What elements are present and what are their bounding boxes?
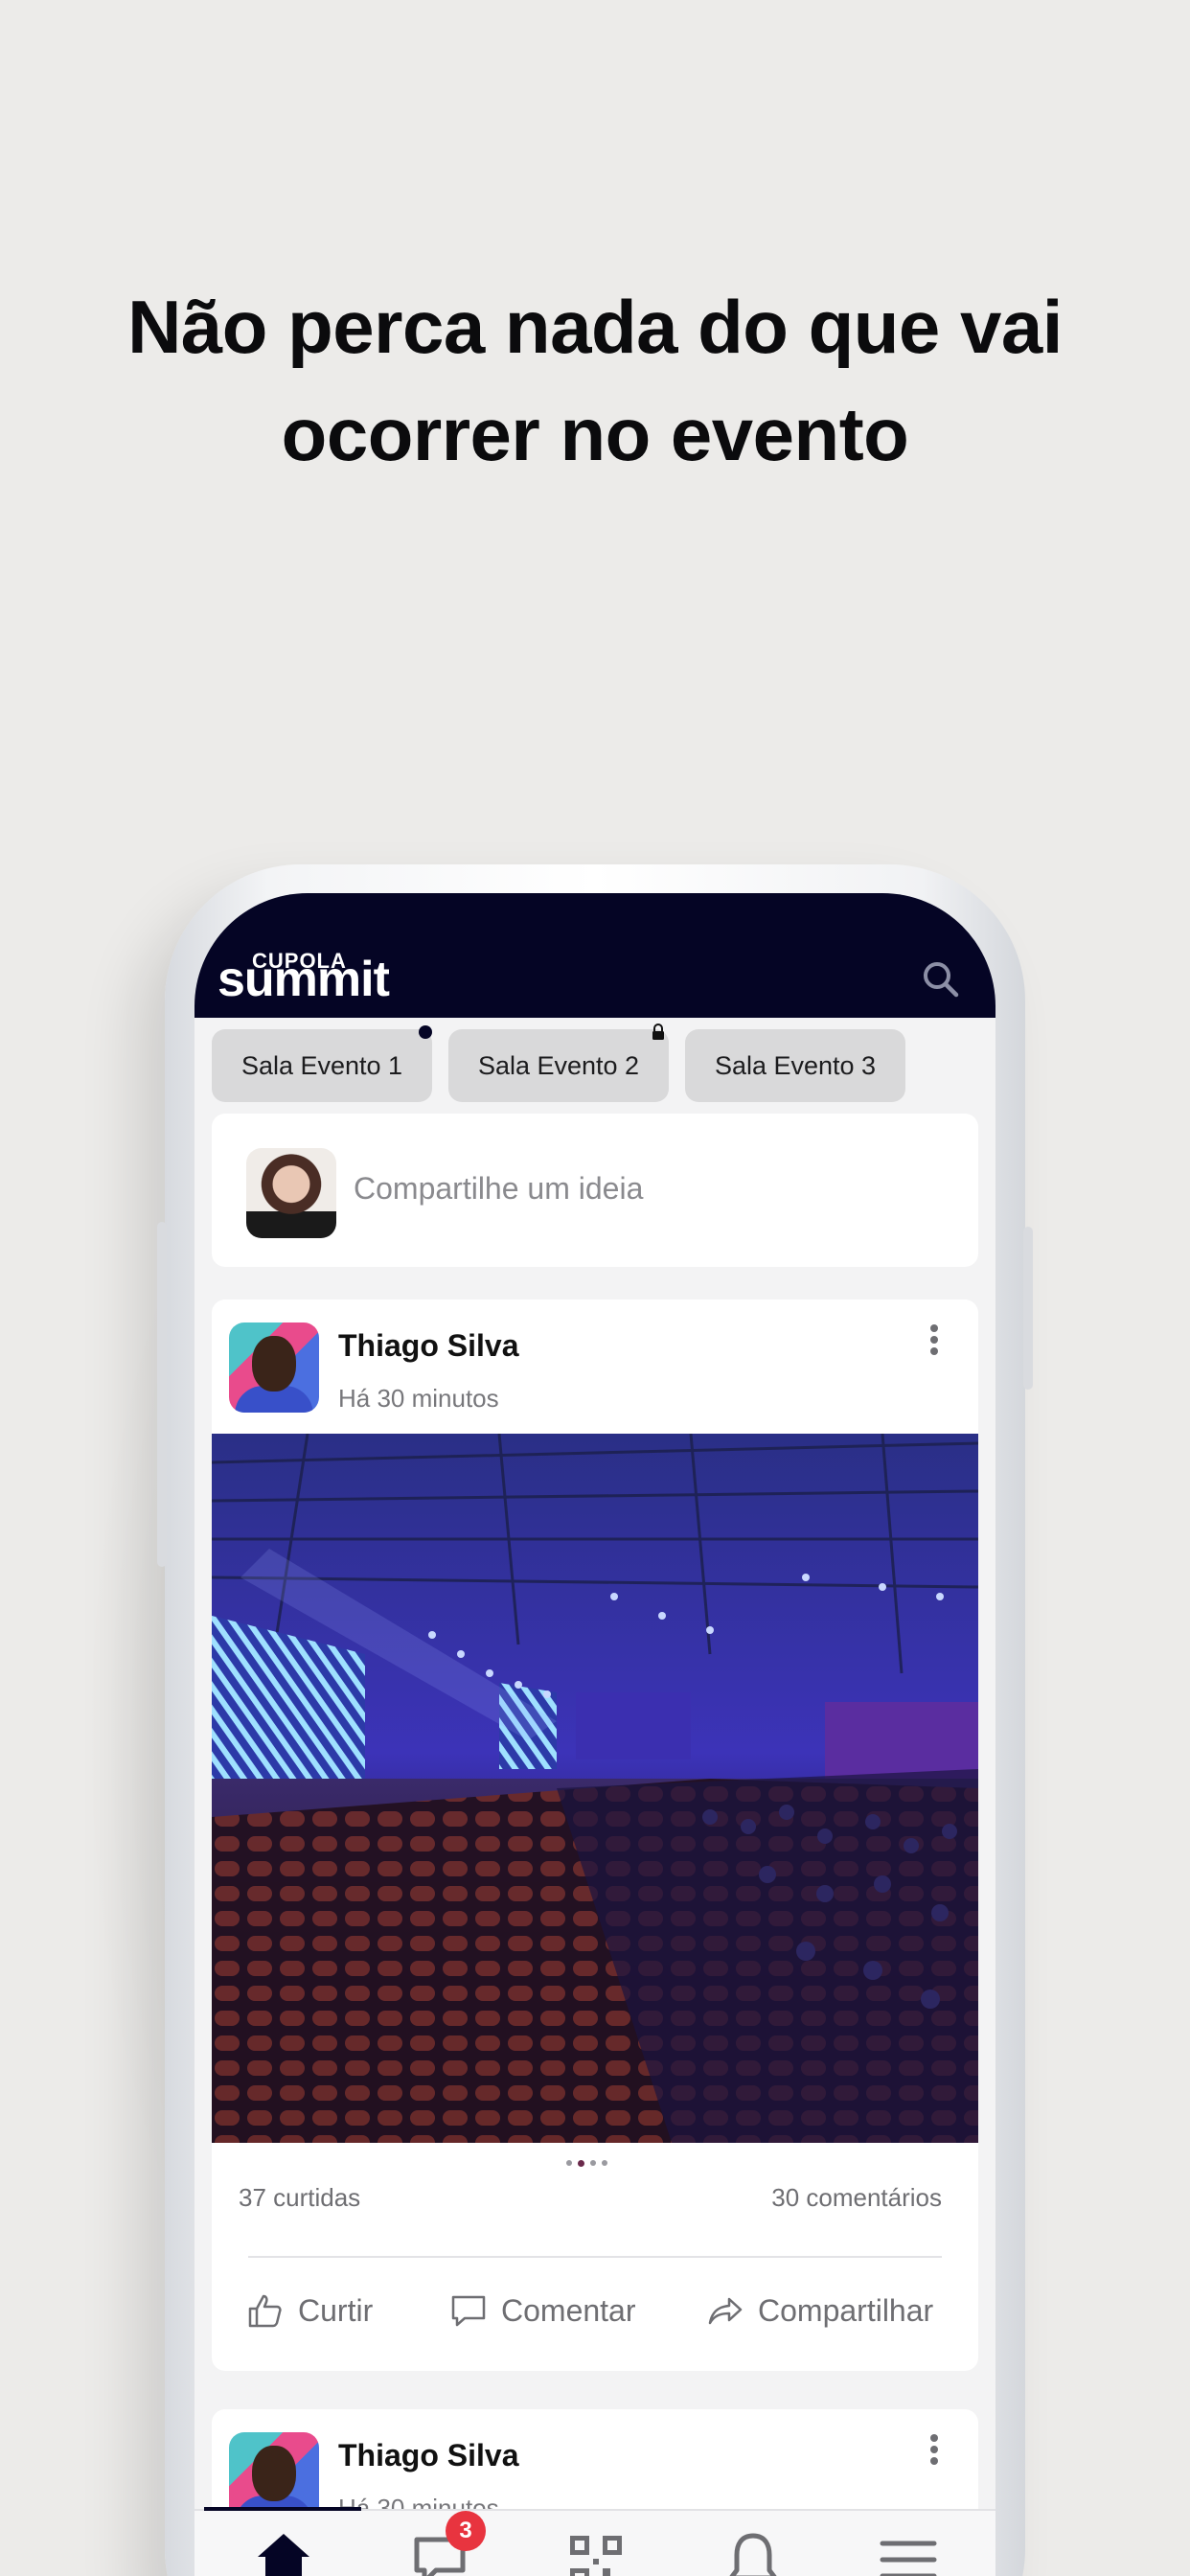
carousel-indicator <box>566 2160 607 2167</box>
avatar[interactable] <box>229 1322 319 1413</box>
comment-button[interactable]: Comentar <box>449 2287 636 2334</box>
post-author[interactable]: Thiago Silva <box>338 1328 518 1364</box>
chat-badge: 3 <box>446 2511 486 2551</box>
tab-sala-evento-3[interactable]: Sala Evento 3 <box>685 1029 905 1102</box>
share-icon <box>708 2297 743 2325</box>
post-image[interactable] <box>212 1434 978 2143</box>
comment-label: Comentar <box>501 2292 636 2328</box>
app-header: CUPOLA summit <box>195 893 995 1018</box>
more-options-icon[interactable] <box>925 1322 944 1361</box>
search-icon[interactable] <box>920 958 962 1000</box>
more-options-icon[interactable] <box>925 2432 944 2471</box>
headline-line-2: ocorrer no evento <box>281 392 909 476</box>
headline: Não perca nada do que vai ocorrer no eve… <box>0 273 1190 488</box>
tab-label: Sala Evento 1 <box>240 1050 403 1080</box>
logo-main-text: summit <box>217 952 390 1007</box>
unread-dot <box>419 1025 432 1039</box>
composer-placeholder[interactable]: Compartilhe um ideia <box>354 1171 643 1207</box>
tab-sala-evento-1[interactable]: Sala Evento 1 <box>212 1025 432 1102</box>
like-button[interactable]: Curtir <box>246 2287 373 2334</box>
share-label: Compartilhar <box>758 2292 934 2328</box>
likes-count[interactable]: 37 curtidas <box>239 2183 360 2213</box>
bottom-nav: 3 <box>195 2507 995 2576</box>
post-composer[interactable]: Compartilhe um ideia <box>212 1114 978 1267</box>
phone-side-button-right <box>1023 1227 1033 1390</box>
like-label: Curtir <box>298 2292 374 2328</box>
menu-icon[interactable] <box>875 2526 942 2576</box>
tab-label: Sala Evento 3 <box>714 1050 877 1080</box>
room-tabs: Sala Evento 1 Sala Evento 2 Sala Evento … <box>212 1024 905 1104</box>
comments-count[interactable]: 30 comentários <box>771 2183 942 2213</box>
thumbs-up-icon <box>248 2294 282 2328</box>
phone-screen: CUPOLA summit Sala Evento 1 Sala Evento … <box>195 893 995 2576</box>
post-author[interactable]: Thiago Silva <box>338 2438 518 2473</box>
post-time: Há 30 minutos <box>338 1384 499 1413</box>
home-icon[interactable] <box>250 2526 317 2576</box>
comment-icon <box>451 2295 486 2327</box>
tab-sala-evento-2[interactable]: Sala Evento 2 <box>448 1024 669 1102</box>
qr-code-icon[interactable] <box>562 2526 629 2576</box>
phone-side-button-left <box>157 1222 167 1567</box>
lock-icon <box>652 1024 664 1040</box>
feed-post: Thiago Silva Há 30 minutos <box>212 1300 978 2371</box>
active-tab-indicator <box>204 2507 361 2511</box>
avatar <box>246 1148 336 1238</box>
bell-icon[interactable] <box>720 2526 787 2576</box>
headline-line-1: Não perca nada do que vai <box>127 285 1063 369</box>
divider <box>248 2256 942 2258</box>
tab-label: Sala Evento 2 <box>477 1050 640 1080</box>
share-button[interactable]: Compartilhar <box>706 2287 933 2334</box>
